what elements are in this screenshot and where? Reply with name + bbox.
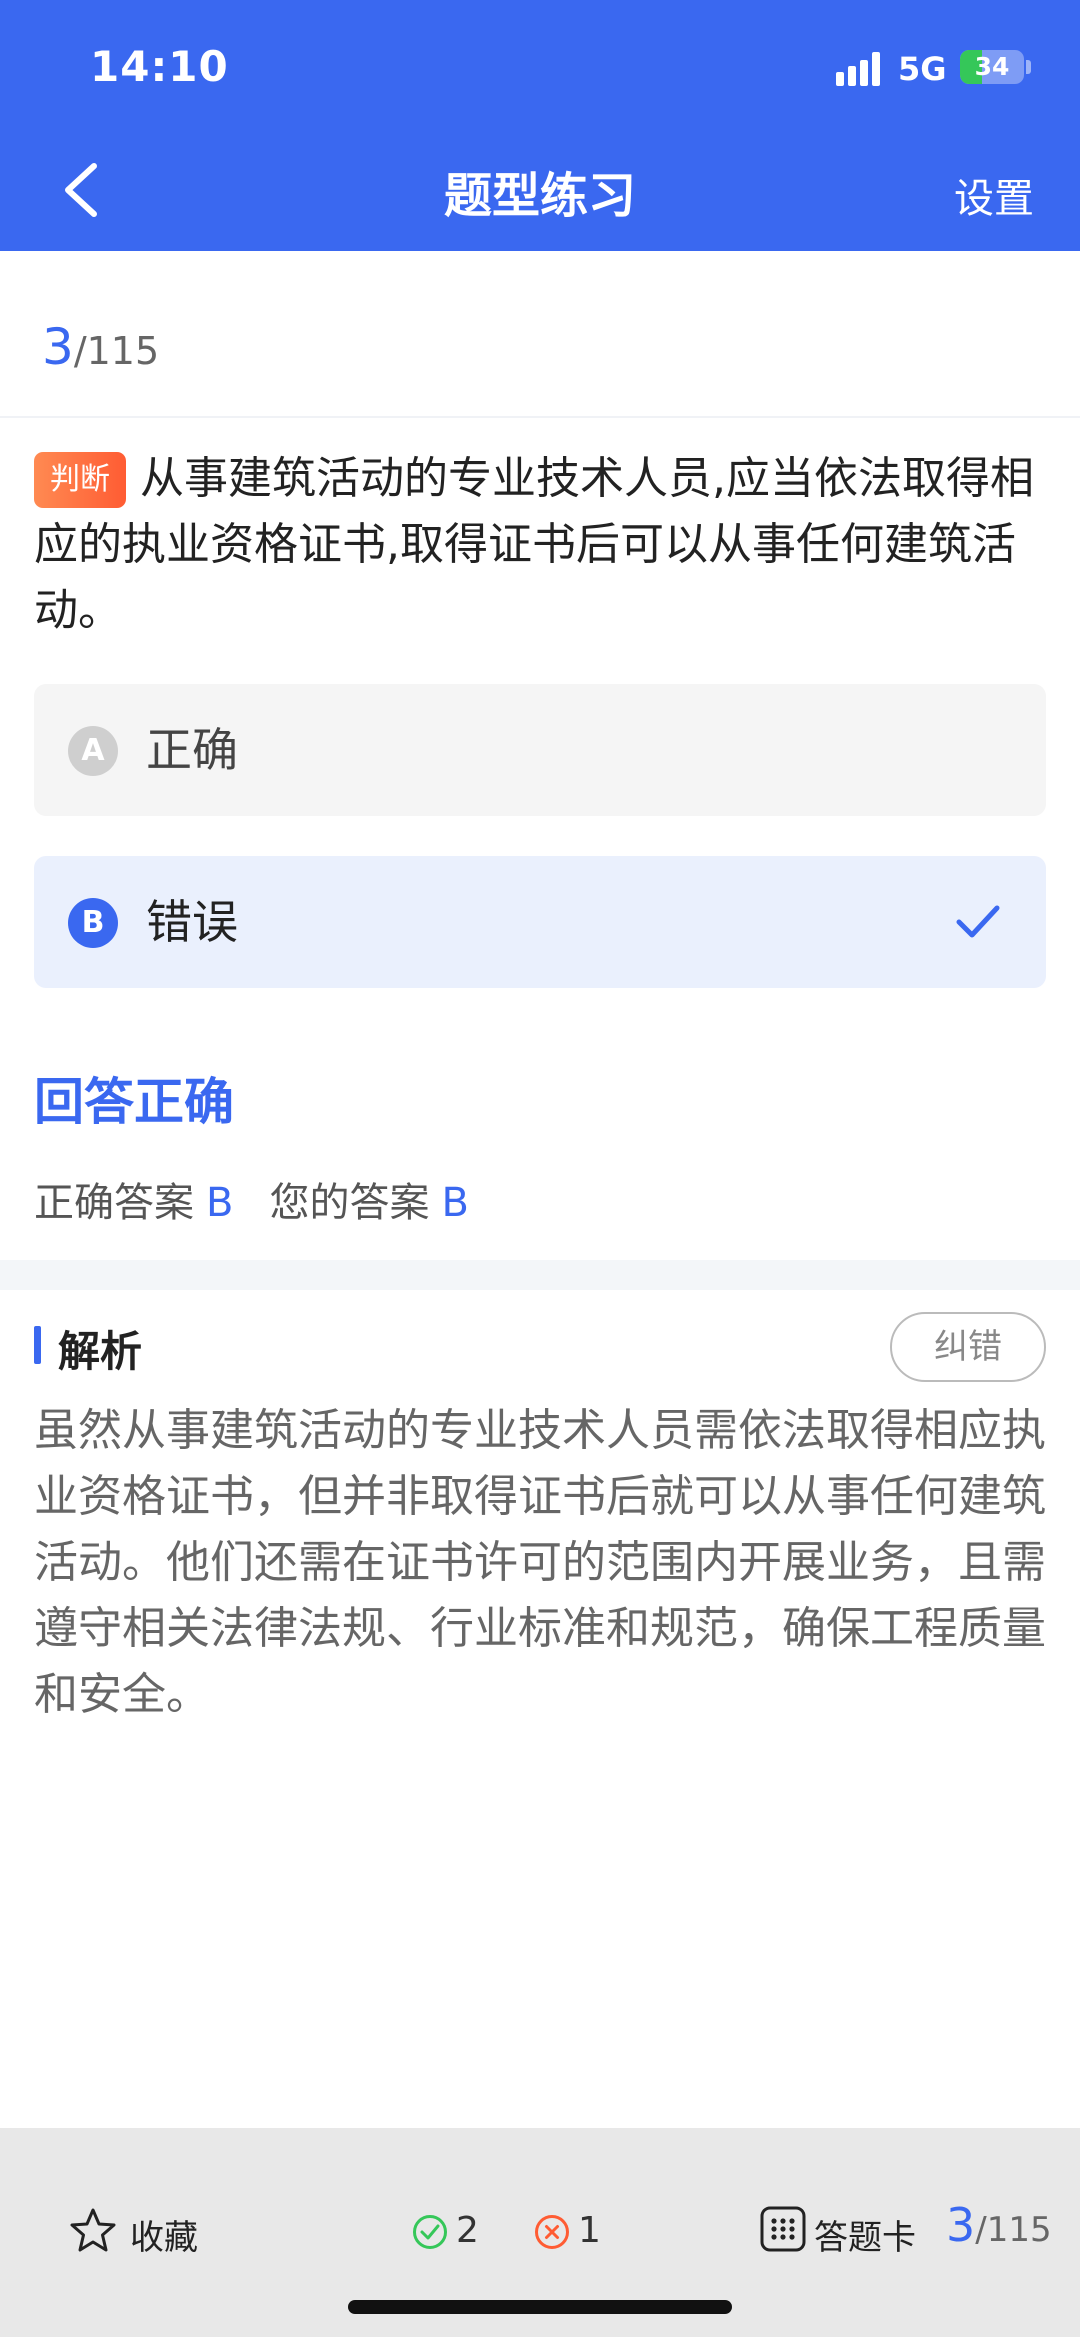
home-indicator <box>348 2300 732 2314</box>
question-progress: 3/115 <box>42 318 159 376</box>
correct-count: 2 <box>456 2210 479 2251</box>
section-separator <box>0 1260 1080 1290</box>
option-a[interactable]: A 正确 <box>34 684 1046 816</box>
option-text: 错误 <box>146 895 238 949</box>
battery-percent: 34 <box>974 52 1010 81</box>
option-letter: B <box>68 898 118 948</box>
status-time: 14:10 <box>90 42 229 91</box>
page-title: 题型练习 <box>443 168 636 224</box>
star-icon[interactable] <box>68 2206 118 2256</box>
correct-answer-label: 正确答案 <box>34 1180 194 1226</box>
grid-icon[interactable] <box>760 2206 806 2252</box>
question-text: 从事建筑活动的专业技术人员,应当依法取得相应的执业资格证书,取得证书后可以从事任… <box>34 453 1034 636</box>
option-b[interactable]: B 错误 <box>34 856 1046 988</box>
wrong-count: 1 <box>578 2210 601 2251</box>
answer-result: 回答正确 <box>34 1073 234 1131</box>
divider <box>0 416 1080 418</box>
progress-current: 3 <box>42 318 74 376</box>
option-text: 正确 <box>146 723 238 777</box>
question-type-tag: 判断 <box>34 452 126 508</box>
bottom-progress-total: /115 <box>975 2210 1052 2250</box>
check-circle-icon <box>413 2215 447 2249</box>
battery-tip <box>1026 60 1031 74</box>
section-accent-bar <box>34 1326 41 1364</box>
network-type: 5G <box>898 50 947 88</box>
option-letter: A <box>68 726 118 776</box>
analysis-text: 虽然从事建筑活动的专业技术人员需依法取得相应执业资格证书，但并非取得证书后就可以… <box>34 1405 1046 1720</box>
correct-answer-value: B <box>206 1180 234 1226</box>
favorite-button[interactable]: 收藏 <box>130 2210 198 2259</box>
settings-button[interactable]: 设置 <box>954 166 1034 224</box>
bottom-progress-current: 3 <box>946 2198 976 2252</box>
checkmark-icon <box>956 905 1000 938</box>
your-answer-label: 您的答案 <box>269 1180 430 1226</box>
progress-total: /115 <box>73 329 160 373</box>
bottom-progress: 3/115 <box>946 2198 1052 2252</box>
report-error-button[interactable]: 纠错 <box>890 1312 1046 1382</box>
analysis-title: 解析 <box>58 1327 143 1376</box>
signal-icon <box>836 52 880 86</box>
app-header: 14:10 5G 34 题型练习 设置 <box>0 0 1080 251</box>
answer-card-button[interactable]: 答题卡 <box>814 2210 916 2259</box>
x-circle-icon <box>535 2215 569 2249</box>
answer-summary: 正确答案 B 您的答案 B <box>34 1170 505 1228</box>
question-stem: 判断 从事建筑活动的专业技术人员,应当依法取得相应的执业资格证书,取得证书后可以从… <box>34 446 1050 644</box>
your-answer-value: B <box>441 1180 469 1226</box>
battery-icon: 34 <box>960 50 1024 84</box>
